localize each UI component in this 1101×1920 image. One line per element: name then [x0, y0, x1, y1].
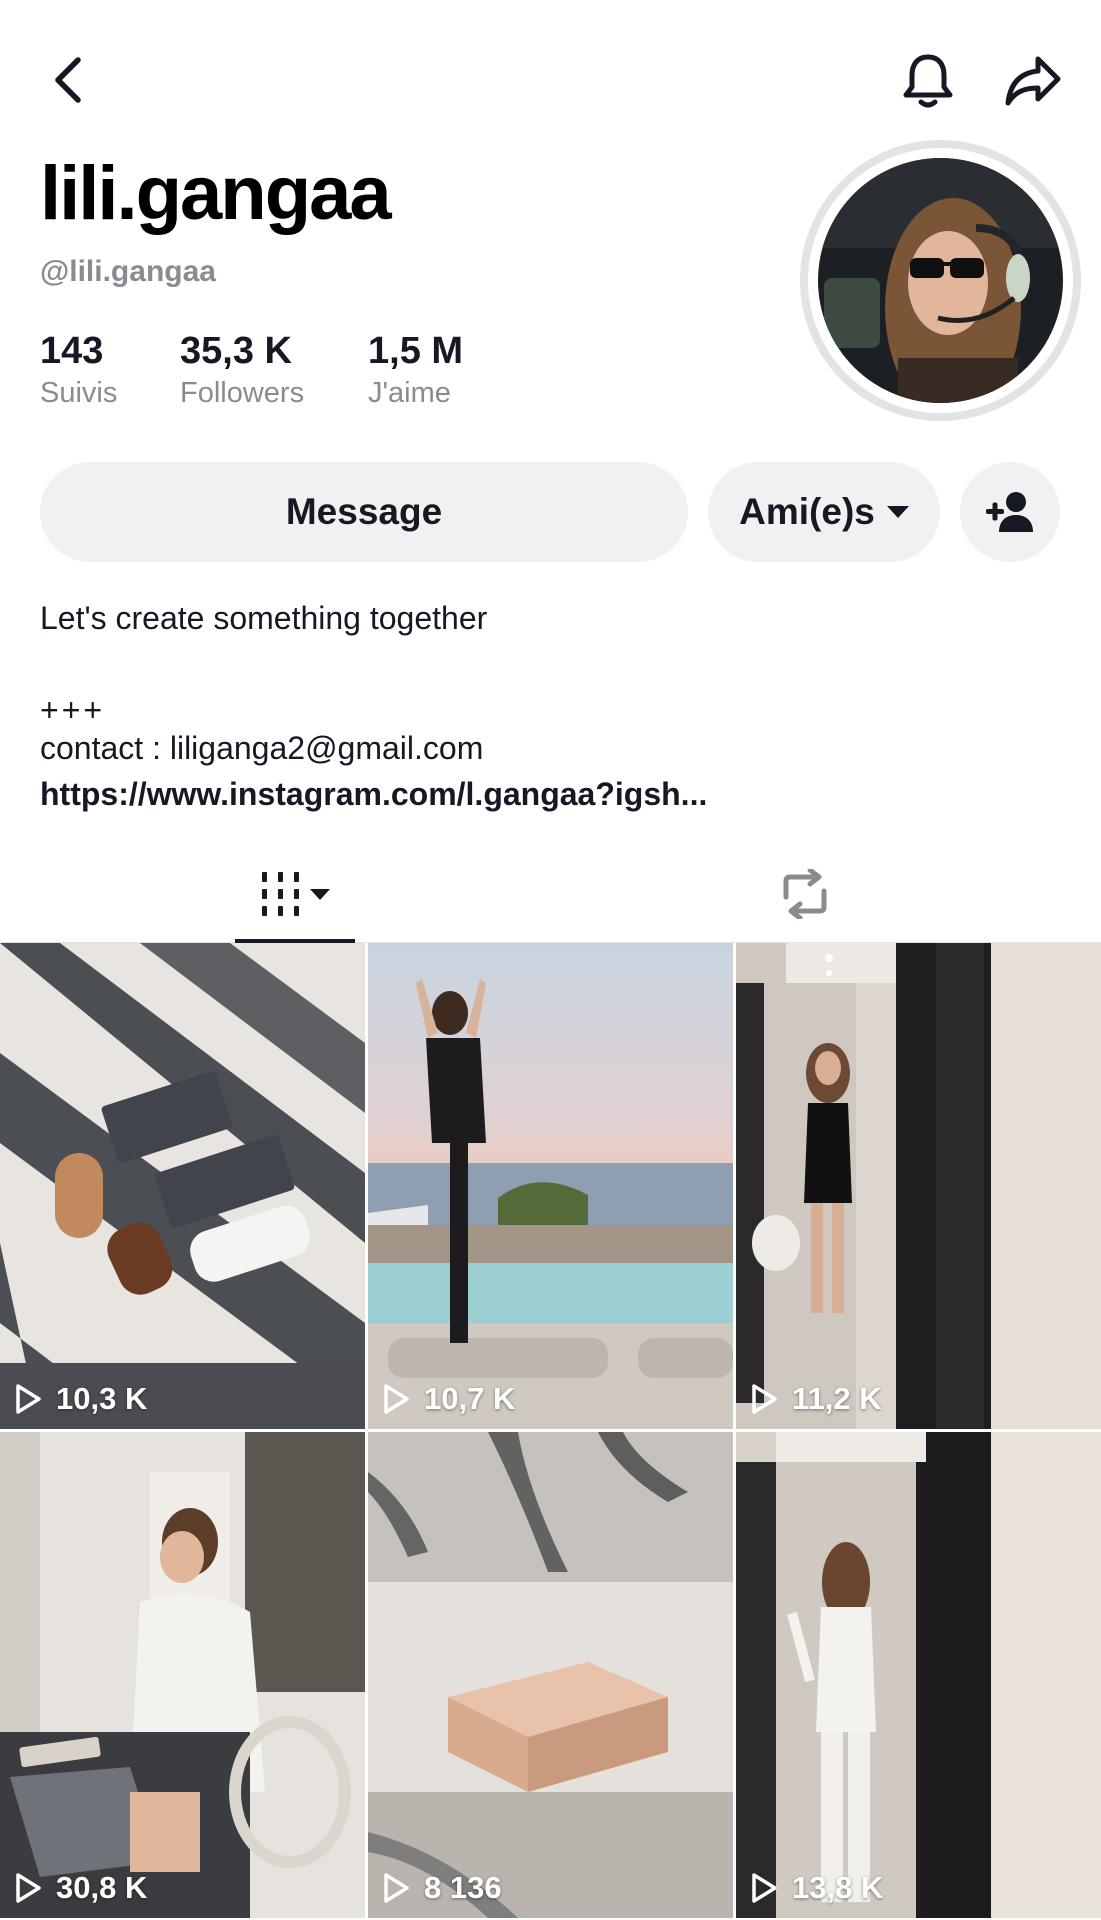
profile-stats: 143 Suivis 35,3 K Followers 1,5 M J'aime — [40, 330, 508, 412]
caret-down-icon — [886, 506, 909, 518]
avatar — [818, 158, 1063, 403]
stat-following-value: 143 — [40, 330, 104, 372]
stat-likes[interactable]: 1,5 M J'aime — [368, 330, 508, 412]
back-button[interactable] — [40, 50, 96, 110]
bell-icon — [903, 54, 953, 108]
play-outline-icon — [16, 1873, 41, 1903]
friends-dropdown-button[interactable]: Ami(e)s — [708, 462, 940, 562]
bio-contact: contact : liliganga2@gmail.com — [40, 730, 484, 766]
video-thumbnail[interactable]: 11,2 K — [736, 943, 1101, 1429]
video-thumbnail[interactable]: 8 136 — [368, 1432, 733, 1918]
view-count-text: 30,8 K — [56, 1870, 148, 1905]
view-count-text: 13,8 K — [792, 1870, 884, 1905]
view-count-text: 10,7 K — [424, 1381, 516, 1416]
bio-line: +++ — [40, 692, 106, 728]
video-view-count: 10,7 K — [382, 1381, 515, 1417]
video-view-count: 13,8 K — [750, 1870, 883, 1906]
video-grid-icon — [262, 872, 299, 916]
video-view-count: 30,8 K — [14, 1870, 147, 1906]
friends-button-label: Ami(e)s — [739, 491, 875, 532]
stat-likes-value: 1,5 M — [368, 330, 464, 372]
play-outline-icon — [752, 1873, 777, 1903]
play-outline-icon — [384, 1384, 409, 1414]
video-thumbnail[interactable]: 13,8 K — [736, 1432, 1101, 1918]
play-outline-icon — [16, 1384, 41, 1414]
message-button-label: Message — [285, 491, 443, 532]
avatar-ring[interactable] — [800, 140, 1081, 421]
play-outline-icon — [752, 1384, 777, 1414]
caret-down-icon — [310, 888, 330, 900]
stat-likes-label: J'aime — [368, 377, 451, 409]
stat-followers-value: 35,3 K — [180, 330, 292, 372]
bio-line: Let's create something together — [40, 600, 488, 636]
play-outline-icon — [384, 1873, 409, 1903]
bio-link[interactable]: https://www.instagram.com/l.gangaa?igsh.… — [40, 776, 707, 813]
stat-following[interactable]: 143 Suivis — [40, 330, 180, 412]
repost-icon — [783, 869, 827, 919]
stat-followers[interactable]: 35,3 K Followers — [180, 330, 368, 412]
share-arrow-icon — [1005, 56, 1061, 106]
view-count-text: 10,3 K — [56, 1381, 148, 1416]
profile-actions: Message Ami(e)s — [40, 462, 1060, 562]
tab-reposts[interactable] — [765, 845, 845, 943]
top-bar — [0, 0, 1101, 160]
tab-videos[interactable] — [235, 845, 355, 944]
stat-following-label: Suivis — [40, 377, 118, 409]
stat-followers-label: Followers — [180, 377, 305, 409]
message-button[interactable]: Message — [40, 462, 688, 562]
video-thumbnail[interactable]: 10,3 K — [0, 943, 365, 1429]
video-view-count: 11,2 K — [750, 1381, 882, 1417]
chevron-left-icon — [55, 57, 81, 103]
add-friend-button[interactable] — [960, 462, 1060, 562]
video-thumbnail[interactable]: 30,8 K — [0, 1432, 365, 1918]
video-thumbnail[interactable]: 10,7 K — [368, 943, 733, 1429]
profile-display-name: lili.gangaa — [40, 151, 392, 236]
video-view-count: 10,3 K — [14, 1381, 147, 1417]
add-user-icon — [986, 492, 1033, 532]
video-view-count: 8 136 — [382, 1870, 502, 1906]
view-count-text: 8 136 — [424, 1870, 502, 1905]
profile-handle: @lili.gangaa — [40, 255, 216, 288]
content-tabs — [0, 845, 1101, 944]
share-button[interactable] — [1000, 48, 1066, 114]
view-count-text: 11,2 K — [792, 1381, 882, 1416]
notifications-button[interactable] — [895, 48, 961, 114]
